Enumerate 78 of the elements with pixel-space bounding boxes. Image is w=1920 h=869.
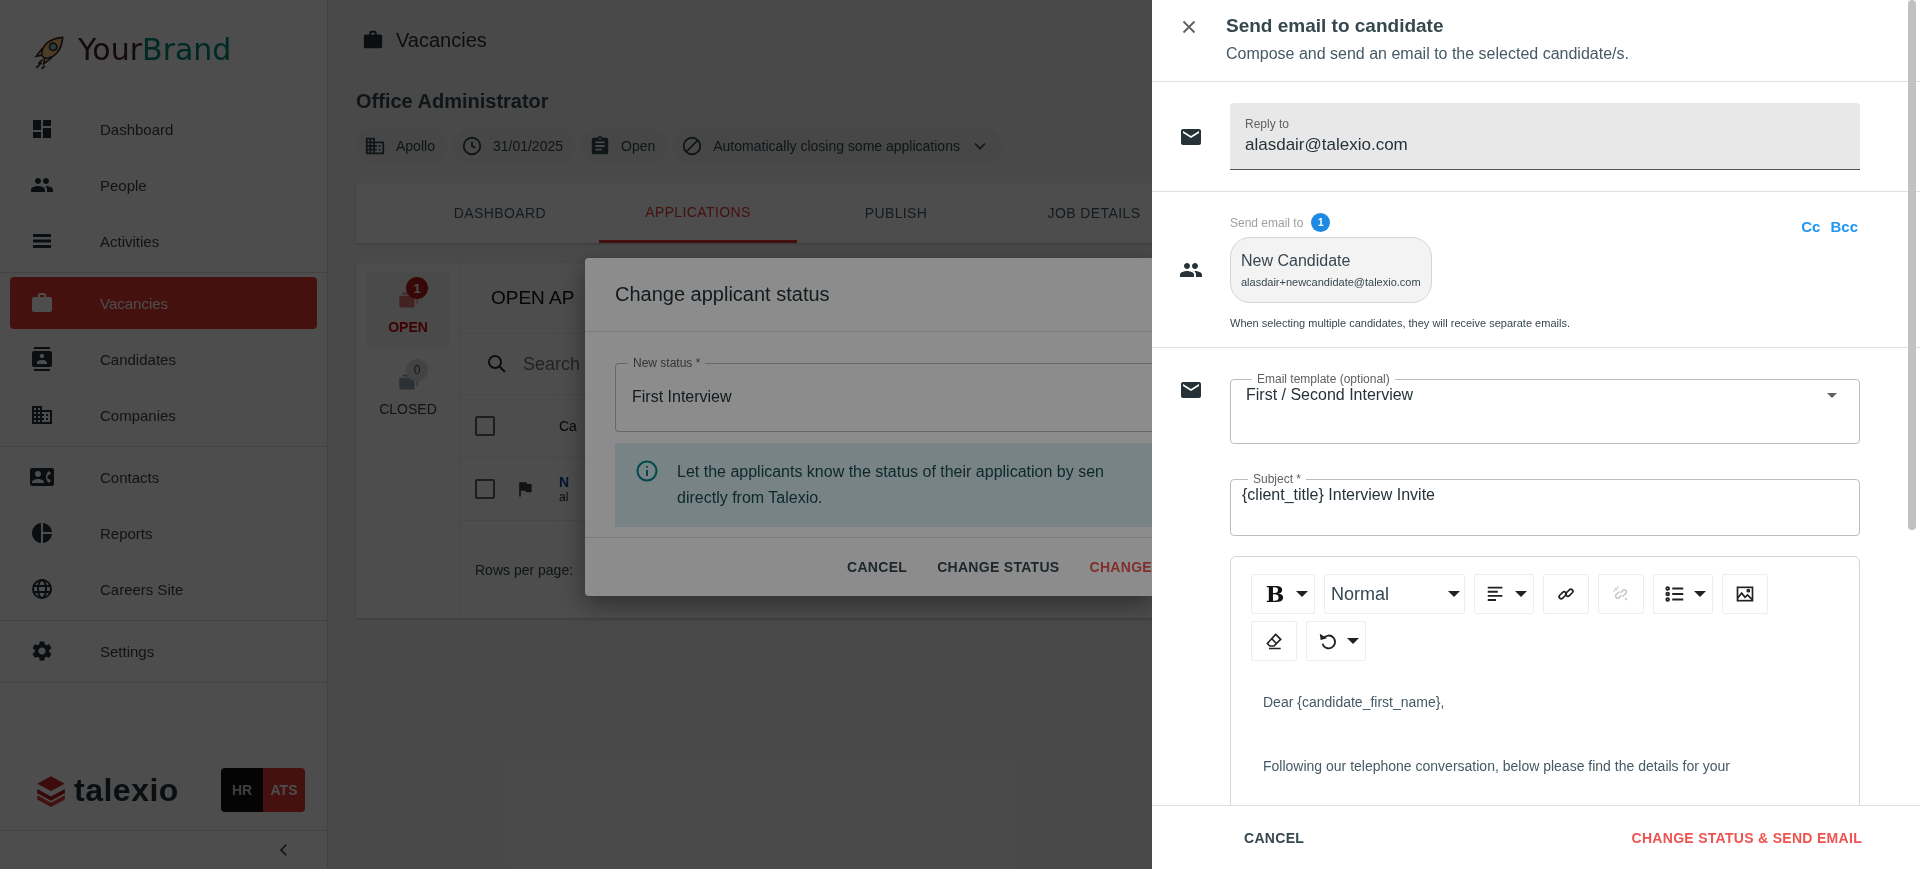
toolbar-dropdown[interactable] [1653, 574, 1713, 614]
checkbox[interactable] [475, 416, 495, 436]
info-text: Let the applicants know the status of their application by sen directly from Talexio. [677, 462, 1104, 508]
blocked-icon [681, 135, 704, 157]
nav-item[interactable]: Contacts [0, 449, 317, 505]
toolbar-button[interactable] [1543, 574, 1589, 614]
scrollbar-thumb[interactable] [1908, 0, 1916, 530]
globe-icon [30, 577, 54, 601]
tab[interactable]: APPLICATIONS [599, 183, 797, 243]
caret-icon [1694, 591, 1706, 597]
info-icon [635, 459, 659, 483]
select-field[interactable]: Email template (optional) First / Second Interview [1230, 372, 1860, 444]
tab[interactable]: PUBLISH [797, 183, 995, 243]
briefcase-icon [362, 29, 384, 51]
checkbox[interactable] [475, 479, 495, 499]
recipients-label: Send email to [1230, 215, 1304, 230]
vacancy-title: Office Administrator [356, 90, 550, 113]
reply-to-field[interactable]: Reply to alasdair@talexio.com [1230, 103, 1860, 170]
nav-item[interactable]: Activities [0, 213, 317, 269]
layers-logo-icon [34, 773, 68, 807]
text-button[interactable]: CANCEL [1244, 829, 1305, 846]
hint-text: When selecting multiple candidates, they will receive separate emails. [1230, 317, 1571, 329]
nav-item[interactable]: People [0, 157, 317, 213]
page-title: Vacancies [396, 28, 487, 52]
count-badge: 1 [406, 277, 428, 299]
nav-item[interactable]: Candidates [0, 331, 317, 387]
tab[interactable]: DASHBOARD [401, 183, 599, 243]
text-button[interactable]: CHANGE STATUS & SEND EMAIL [1631, 829, 1862, 846]
text-button[interactable]: CHANGE [1089, 559, 1152, 575]
nav-item[interactable]: Reports [0, 505, 317, 561]
rows-per-page-label: Rows per page: [475, 561, 574, 578]
list-heading: OPEN AP [491, 286, 575, 310]
nav-item[interactable]: Settings [0, 623, 317, 679]
nav-item[interactable]: Companies [0, 387, 317, 443]
toolbar-button[interactable] [1251, 621, 1297, 661]
clock-icon [460, 135, 483, 157]
text-button[interactable]: CHANGE STATUS [937, 559, 1060, 575]
drawer-subtitle: Compose and send an email to the selected candidate/s. [1226, 45, 1629, 63]
briefcase-icon [30, 291, 54, 315]
clipboard-icon [589, 135, 611, 157]
text-button[interactable]: CANCEL [847, 559, 908, 575]
settings-icon [30, 639, 54, 663]
image-icon [1735, 584, 1755, 604]
toolbar-button[interactable] [1722, 574, 1768, 614]
toolbar-dropdown[interactable] [1306, 621, 1366, 661]
building-icon [364, 135, 386, 157]
count-badge: 1 [1311, 213, 1331, 232]
pie-chart-icon [30, 521, 54, 545]
subject-field[interactable]: Subject * {client_title} Interview Invite [1230, 472, 1860, 536]
building-icon [30, 403, 54, 427]
caret-icon [1515, 591, 1527, 597]
candidate-name[interactable]: N [559, 474, 570, 490]
body-paragraph: Following our telephone conversation, below please find the details for your [1263, 758, 1731, 774]
body-paragraph: Dear {candidate_first_name}, [1263, 694, 1446, 710]
dashboard-icon [30, 117, 54, 141]
select-field[interactable]: New status * First Interview [615, 356, 1152, 432]
contact-card-icon [30, 347, 54, 371]
brand-name: YourBrand [78, 32, 232, 67]
caret-icon [1827, 392, 1837, 398]
recipient-chip[interactable]: New Candidate alasdair+newcandidate@talexio.com [1230, 237, 1432, 303]
id-card-icon [30, 465, 54, 489]
format-dropdown[interactable]: Normal [1324, 574, 1465, 614]
eraser-icon [1264, 631, 1284, 651]
nav-item[interactable]: Careers Site [0, 561, 317, 617]
caret-icon [1296, 591, 1308, 597]
product-logo-text: talexio [74, 771, 179, 809]
candidate-email: al [559, 490, 570, 504]
link[interactable]: Bcc [1830, 218, 1858, 235]
drawer-title: Send email to candidate [1226, 15, 1445, 37]
list-icon [1664, 583, 1686, 605]
caret-icon [1347, 638, 1359, 644]
link[interactable]: Cc [1801, 218, 1821, 235]
caret-icon [1448, 591, 1460, 597]
toolbar-dropdown[interactable]: B [1251, 574, 1315, 614]
bold-glyph: B [1264, 581, 1286, 607]
toolbar-dropdown[interactable] [1474, 574, 1534, 614]
nav-item[interactable]: Dashboard [0, 101, 317, 157]
column-header[interactable]: Ca [559, 418, 577, 434]
